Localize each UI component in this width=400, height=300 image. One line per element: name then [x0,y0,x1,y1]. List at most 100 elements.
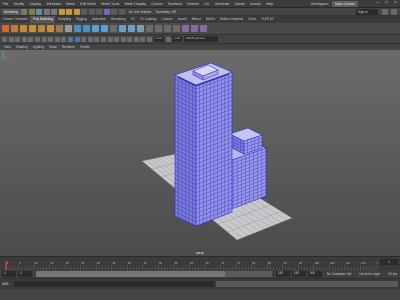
multi-cut-icon[interactable] [146,25,153,32]
command-input[interactable] [14,281,214,287]
snap-grid-icon[interactable] [81,8,88,15]
resolution-gate-icon[interactable] [41,36,47,42]
shelf-tab-mash[interactable]: MASH [203,16,217,23]
planar-map-icon[interactable] [191,25,198,32]
shelf-tab-sculpting[interactable]: Sculpting [55,16,73,23]
separate-icon[interactable] [83,25,90,32]
motion-blur-icon[interactable] [114,36,120,42]
menu-edit-mesh[interactable]: Edit Mesh [78,0,99,7]
menu-uv[interactable]: UV [202,0,212,7]
script-language-toggle[interactable]: MEL [2,282,12,286]
menu-modify[interactable]: Modify [11,0,27,7]
history-icon[interactable] [103,8,110,15]
connect-icon[interactable] [164,25,171,32]
range-bar[interactable] [36,271,272,277]
character-set-dropdown[interactable]: No Character Set [324,272,355,276]
bevel-icon[interactable] [137,25,144,32]
menu-windows[interactable]: Windows [44,0,64,7]
shelf-tab-rigging[interactable]: Rigging [74,16,90,23]
anti-aliasing-icon[interactable] [120,36,126,42]
shelf-tab-poly-modeling[interactable]: Poly Modeling [30,16,56,23]
shelf-tab-custom[interactable]: Custom [159,16,175,23]
target-weld-icon[interactable] [155,25,162,32]
animation-end-field[interactable]: 120 [291,271,306,277]
undo-icon[interactable] [43,8,50,15]
shadows-icon[interactable] [100,36,106,42]
menu-arnold[interactable]: Arnold [248,0,264,7]
workspace-dropdown[interactable]: Maya Classic [331,1,358,7]
save-scene-icon[interactable] [36,8,43,15]
current-frame-field[interactable]: 1 [380,259,398,265]
playback-end-field[interactable]: 120 [275,271,290,277]
gamma-icon[interactable] [165,36,171,42]
playback-start-field[interactable]: 1 [18,271,32,277]
textured-icon[interactable] [87,36,93,42]
close-icon[interactable]: × [393,1,398,6]
poly-torus-icon[interactable] [38,25,45,32]
shelf-tab-turtle[interactable]: TURTLE [259,16,276,23]
use-lights-icon[interactable] [94,36,100,42]
wireframe-icon[interactable] [67,36,73,42]
sign-in-button[interactable]: Sign In [356,9,378,15]
symmetry-label[interactable]: Symmetry: Off [155,10,175,14]
menu-deform[interactable]: Deform [185,0,202,7]
menu-mesh-tools[interactable]: Mesh Tools [99,0,122,7]
select-by-object-icon[interactable] [66,8,73,15]
menu-help[interactable]: Help [263,0,276,7]
menu-surfaces[interactable]: Surfaces [165,0,184,7]
open-scene-icon[interactable] [28,8,35,15]
combine-icon[interactable] [74,25,81,32]
xray-icon[interactable] [133,36,139,42]
menu-display[interactable]: Display [27,0,44,7]
shelf-tab-rendering[interactable]: Rendering [109,16,129,23]
poly-sphere-icon[interactable] [2,25,9,32]
smooth-shade-icon[interactable] [74,36,80,42]
shelf-tab-curves-surfaces[interactable]: Curves / Surfaces [0,16,30,23]
menu-mesh-display[interactable]: Mesh Display [122,0,149,7]
shelf-tab-xgen[interactable]: XGen [246,16,259,23]
shelf-tab-fx-caching[interactable]: FX Caching [137,16,159,23]
backface-culling-icon[interactable] [147,36,153,42]
live-surface-label[interactable]: No Live Surface [129,10,152,14]
menu-generate[interactable]: Generate [212,0,232,7]
poly-disc-icon[interactable] [56,25,63,32]
uv-editor-icon[interactable] [182,25,189,32]
anim-layer-dropdown[interactable]: No Anim Layer [356,272,383,276]
ambient-occlusion-icon[interactable] [107,36,113,42]
menu-mesh[interactable]: Mesh [64,0,78,7]
select-camera-icon[interactable] [2,36,7,42]
time-ruler[interactable]: 1 5 10 15 20 25 30 35 40 45 50 55 60 65 70 75 80 85 90 95 10… [4,261,378,270]
gate-mask-icon[interactable] [48,36,54,42]
current-time-marker[interactable] [5,261,8,270]
xray-joints-icon[interactable] [140,36,146,42]
isolate-select-icon[interactable] [127,36,133,42]
bridge-icon[interactable] [128,25,135,32]
menuset-dropdown[interactable]: Modeling [2,8,20,15]
shelf-tab-animation[interactable]: Animation [89,16,108,23]
shelf-tab-fx[interactable]: FX [128,16,137,23]
minimize-icon[interactable]: – [375,1,380,6]
color-transform-dropdown[interactable]: sRGB gamma [183,36,218,42]
snap-point-icon[interactable] [96,8,103,15]
exposure-field[interactable]: 0.00 [153,36,164,42]
redo-icon[interactable] [51,8,58,15]
new-scene-icon[interactable] [21,8,28,15]
field-chart-icon[interactable] [54,36,60,42]
time-slider[interactable]: 1 5 10 15 20 25 30 35 40 45 50 55 60 65 70 75 80 85 90 95 10… [0,256,400,270]
maximize-icon[interactable]: □ [384,1,389,6]
poly-plane-icon[interactable] [47,25,54,32]
snap-curve-icon[interactable] [88,8,95,15]
shelf-tab-bifrost[interactable]: Bifrost [189,16,203,23]
animation-end2-field[interactable]: 200 [307,271,322,277]
select-by-hierarchy-icon[interactable] [58,8,65,15]
poly-cube-icon[interactable] [11,25,18,32]
toggle-panel-icon[interactable] [391,9,397,15]
mirror-icon[interactable] [110,25,117,32]
quad-draw-icon[interactable] [173,25,180,32]
safe-action-icon[interactable] [61,36,67,42]
poly-cone-icon[interactable] [29,25,36,32]
image-plane-icon[interactable] [21,36,27,42]
camera-attributes-icon[interactable] [8,36,14,42]
wireframe-on-shaded-icon[interactable] [81,36,87,42]
menu-cache[interactable]: Cache [232,0,248,7]
